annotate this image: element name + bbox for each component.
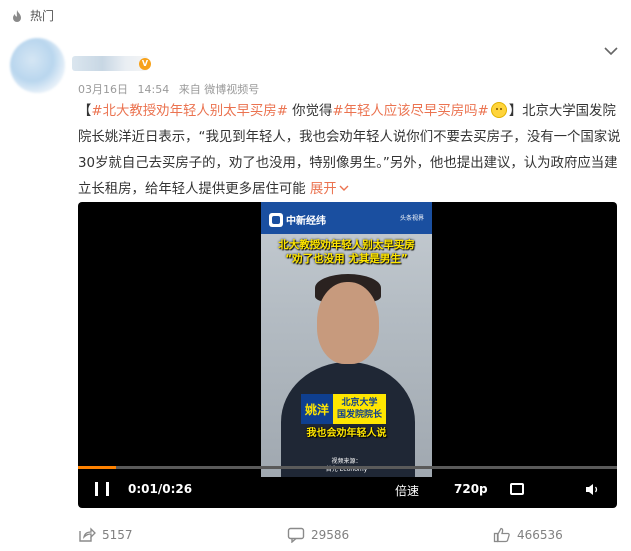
chevron-down-icon[interactable] [339, 184, 349, 192]
post-date[interactable]: 03月16日 [78, 83, 128, 96]
username[interactable] [72, 56, 148, 71]
share-count: 5157 [102, 528, 133, 542]
emoji-icon [490, 102, 507, 118]
video-title-overlay: 北大教授劝年轻人别太早买房 “劝了也没用 尤其是男生” [278, 239, 415, 265]
fire-icon [10, 8, 24, 22]
picture-in-picture-icon[interactable] [510, 483, 524, 495]
speaker-face [317, 282, 379, 364]
hot-label: 热门 [30, 8, 55, 23]
vip-badge-icon: V [139, 58, 151, 70]
thumbs-up-icon [493, 527, 510, 543]
pause-icon[interactable] [95, 482, 109, 496]
like-count: 466536 [517, 528, 563, 542]
post-source: 来自 微博视频号 [178, 83, 260, 96]
post-actions: 5157 29586 466536 [0, 520, 631, 550]
topic-link-1[interactable]: #北大教授劝年轻人别太早买房# [91, 104, 288, 119]
volume-icon[interactable] [585, 483, 601, 496]
time-display: 0:01/0:26 [128, 482, 193, 496]
expand-link[interactable]: 展开 [310, 182, 337, 197]
comment-count: 29586 [311, 528, 350, 542]
video-controls: 0:01/0:26 倍速 720p [78, 472, 617, 508]
comment-button[interactable]: 29586 [287, 520, 349, 550]
comment-icon [287, 527, 305, 543]
hot-section-header: 热门 [0, 0, 631, 30]
video-frame[interactable]: 中新经纬 头条视界 北大教授劝年轻人别太早买房 “劝了也没用 尤其是男生” 姚洋… [261, 202, 432, 477]
speed-button[interactable]: 倍速 [395, 482, 419, 499]
like-button[interactable]: 466536 [493, 520, 563, 550]
share-icon [79, 527, 96, 542]
channel-logo: 中新经纬 [269, 212, 326, 227]
post-time: 14:54 [137, 83, 170, 96]
video-player[interactable]: 中新经纬 头条视界 北大教授劝年轻人别太早买房 “劝了也没用 尤其是男生” 姚洋… [78, 202, 617, 508]
share-button[interactable]: 5157 [78, 520, 133, 550]
speaker-role: 北京大学 国发院院长 [333, 394, 387, 424]
speaker-name: 姚洋 [301, 394, 334, 424]
channel-logo-icon [269, 212, 283, 227]
video-subtitle: 我也会劝年轻人说 [306, 428, 387, 439]
chevron-down-icon[interactable] [604, 46, 618, 56]
quality-button[interactable]: 720p [454, 482, 488, 496]
post-text: 【#北大教授劝年轻人别太早买房# 你觉得#年轻人应该尽早买房吗# 】北京大学国发院… [78, 102, 621, 197]
progress-fill [78, 466, 116, 469]
progress-bar[interactable] [78, 466, 617, 469]
speaker-name-plate: 姚洋 北京大学 国发院院长 [301, 394, 387, 424]
partner-logo: 头条视界 [399, 215, 424, 222]
avatar[interactable] [10, 38, 65, 93]
post-meta: 03月16日 14:54 来自 微博视频号 [78, 81, 265, 97]
topic-link-2[interactable]: #年轻人应该尽早买房吗# [332, 104, 488, 119]
